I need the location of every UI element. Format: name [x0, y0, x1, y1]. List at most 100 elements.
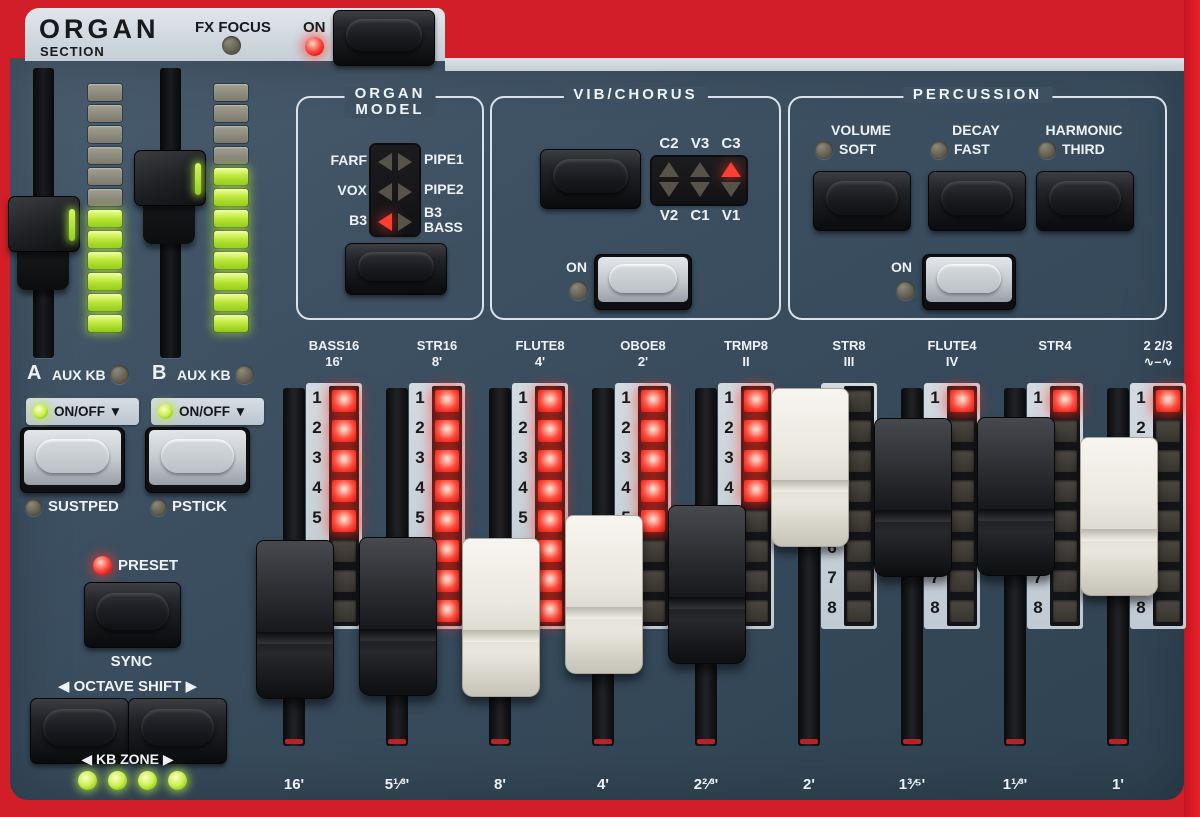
drawbar-number: 2 [306, 418, 328, 438]
drawbar-footage-8: 1¹⁄³' [970, 776, 1060, 793]
meter-segment [214, 147, 248, 164]
drawbar-led-off [1053, 570, 1077, 592]
drawbar-number: 4 [306, 478, 328, 498]
drawbar-led-lit [950, 390, 974, 412]
aux-b-button[interactable] [145, 427, 250, 493]
drawbar-number: 2 [615, 418, 637, 438]
drawbar-number: 1 [409, 388, 431, 408]
vib-label-v3: V3 [686, 135, 714, 152]
drawbar-subname-1: 16' [302, 354, 366, 369]
drawbar-footage-2: 5¹⁄³' [352, 776, 442, 793]
drawbar-led-lit [641, 390, 665, 412]
vib-label-c3: C3 [717, 135, 745, 152]
percussion-title: PERCUSSION [903, 87, 1052, 103]
percussion-harmonic-button[interactable] [1036, 171, 1134, 231]
meter-segment [88, 105, 122, 122]
drawbar-name-7: FLUTE4 [920, 338, 984, 353]
aux-a-button[interactable] [20, 427, 125, 493]
drawbar-led-lit [538, 510, 562, 532]
drawbar-number: 1 [615, 388, 637, 408]
drawbar-led-off [332, 600, 356, 622]
vib-arrow-down-c1 [690, 182, 710, 197]
drawbar-led-lit [332, 510, 356, 532]
organ-on-button[interactable] [333, 10, 435, 66]
drawbar-number: 3 [512, 448, 534, 468]
drawbar-led-lit [332, 450, 356, 472]
drawbar-led-lit [538, 480, 562, 502]
vib-on-button[interactable] [594, 254, 692, 310]
vib-chorus-select-button[interactable] [540, 149, 641, 209]
drawbar-number: 7 [821, 568, 843, 588]
meter-segment [214, 105, 248, 122]
organ-model-select-button[interactable] [345, 243, 447, 295]
drawbar-led-lit [538, 390, 562, 412]
drawbar-led-lit [538, 570, 562, 592]
volume-fader-b-handle[interactable] [134, 150, 206, 206]
sustped-led [25, 499, 42, 516]
volume-fader-a-handle[interactable] [8, 196, 80, 252]
organ-model-arrow-left-farf [378, 153, 392, 171]
drawbar-led-off [744, 510, 768, 532]
organ-model-arrow-right [398, 213, 412, 231]
meter-segment [214, 168, 248, 185]
drawbar-handle-9[interactable] [1080, 437, 1158, 596]
drawbar-led-off [950, 540, 974, 562]
sync-button[interactable] [84, 582, 181, 648]
meter-segment [88, 189, 122, 206]
drawbar-number: 2 [409, 418, 431, 438]
organ-model-option-farf: FARF [330, 152, 367, 168]
organ-model-title: ORGANMODEL [345, 86, 436, 118]
drawbar-led-off [950, 480, 974, 502]
drawbar-subname-4: 2' [611, 354, 675, 369]
percussion-volume-button[interactable] [813, 171, 911, 231]
meter-segment [214, 294, 248, 311]
drawbar-led-off [744, 540, 768, 562]
drawbar-led-lit [435, 600, 459, 622]
drawbar-handle-3[interactable] [462, 538, 540, 697]
octave-shift-label: ◀ OCTAVE SHIFT ▶ [30, 677, 225, 695]
organ-model-option-b3-bass: B3 BASS [424, 205, 482, 235]
sustped-label: SUSTPED [48, 498, 119, 515]
drawbar-number: 5 [512, 508, 534, 528]
drawbar-handle-1[interactable] [256, 540, 334, 699]
drawbar-number: 5 [409, 508, 431, 528]
drawbar-number: 2 [512, 418, 534, 438]
percussion-on-button[interactable] [922, 254, 1016, 310]
vib-label-c2: C2 [655, 135, 683, 152]
drawbar-handle-5[interactable] [668, 505, 746, 664]
drawbar-handle-6[interactable] [771, 388, 849, 547]
drawbar-handle-8[interactable] [977, 417, 1055, 576]
percussion-decay-button[interactable] [928, 171, 1026, 231]
meter-segment [214, 273, 248, 290]
vib-on-label: ON [566, 259, 587, 275]
percussion-fast-led [930, 141, 948, 159]
drawbar-led-off [1053, 510, 1077, 532]
drawbar-handle-7[interactable] [874, 418, 952, 577]
drawbar-subname-9: ∿–∿ [1126, 354, 1190, 370]
drawbar-led-off [641, 570, 665, 592]
aux-b-onoff-strip[interactable]: ON/OFF ▼ [151, 398, 264, 425]
drawbar-led-off [1156, 600, 1180, 622]
drawbar-led-lit [435, 450, 459, 472]
drawbar-handle-2[interactable] [359, 537, 437, 696]
organ-on-led [305, 37, 324, 56]
pstick-label: PSTICK [172, 498, 227, 515]
fx-focus-label: FX FOCUS [195, 19, 271, 36]
drawbar-number: 3 [306, 448, 328, 468]
organ-section-panel: ORGAN SECTION FX FOCUS ON ORGANMODEL VIB… [0, 0, 1200, 817]
drawbar-number: 3 [615, 448, 637, 468]
drawbar-led-off [1053, 600, 1077, 622]
drawbar-led-off [1156, 510, 1180, 532]
drawbar-handle-4[interactable] [565, 515, 643, 674]
drawbar-number: 1 [718, 388, 740, 408]
drawbar-led-off [1156, 450, 1180, 472]
drawbar-name-8: STR4 [1023, 338, 1087, 353]
preset-label: PRESET [118, 557, 178, 574]
drawbar-led-off [744, 600, 768, 622]
aux-a-onoff-strip[interactable]: ON/OFF ▼ [26, 398, 139, 425]
drawbar-led-lit [744, 420, 768, 442]
drawbar-led-off [641, 600, 665, 622]
drawbar-subname-2: 8' [405, 354, 469, 369]
vib-chorus-title: VIB/CHORUS [563, 87, 707, 103]
drawbar-led-lit [435, 570, 459, 592]
